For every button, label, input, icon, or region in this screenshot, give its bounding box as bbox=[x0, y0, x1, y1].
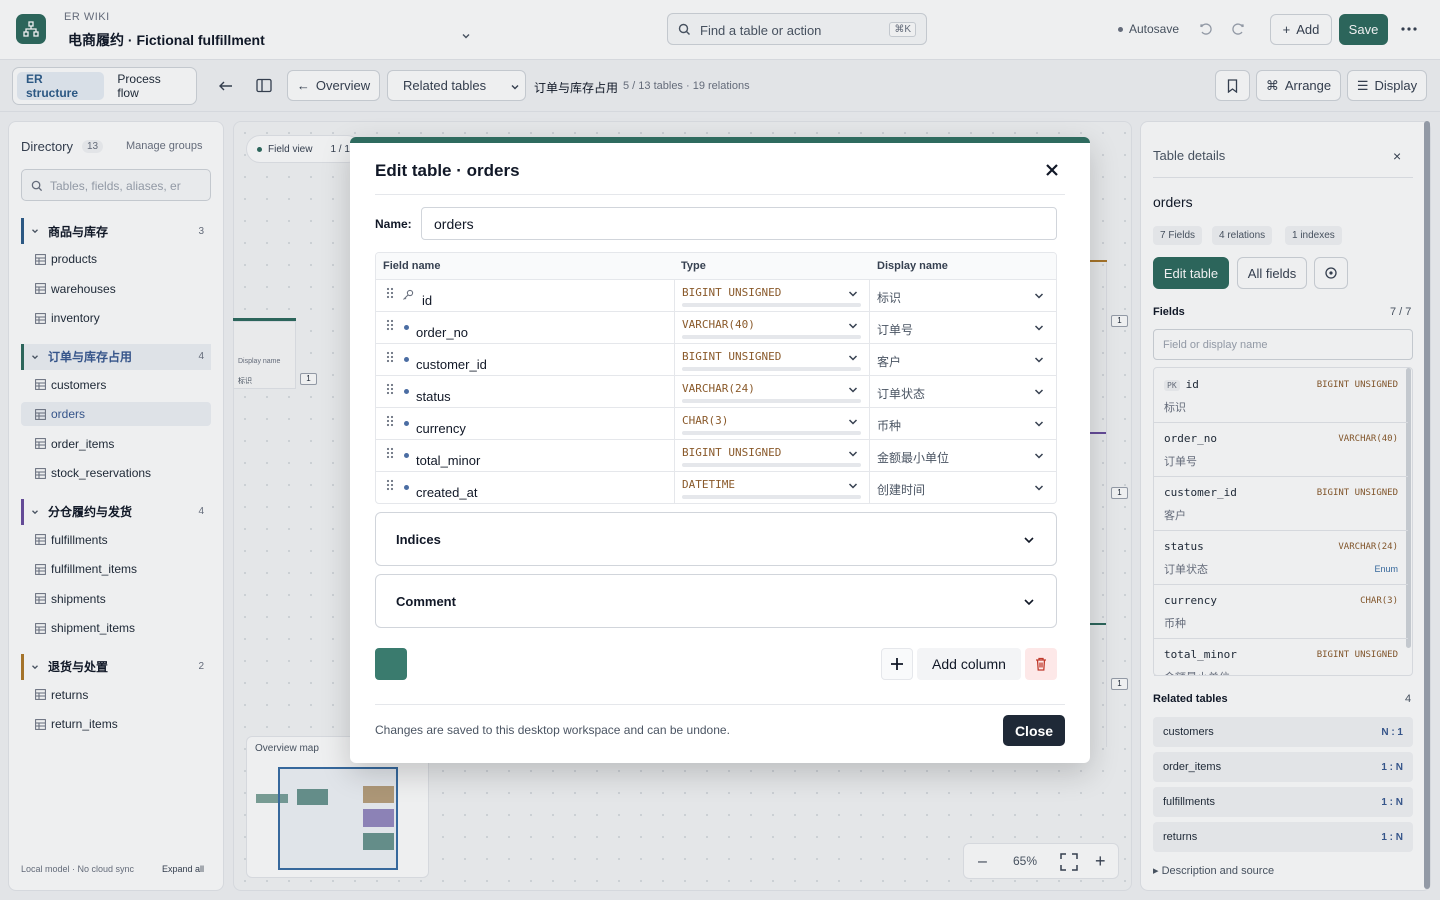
name-label: Name: bbox=[375, 217, 412, 231]
type-scroll-bar bbox=[682, 431, 861, 435]
close-button[interactable]: Close bbox=[1003, 715, 1065, 746]
indices-accordion[interactable]: Indices bbox=[375, 512, 1057, 566]
display-name-value[interactable]: 币种 bbox=[877, 417, 901, 434]
divider bbox=[375, 704, 1065, 705]
field-bullet bbox=[404, 485, 409, 490]
table-name-input[interactable] bbox=[421, 207, 1057, 240]
field-bullet bbox=[404, 453, 409, 458]
chevron-down-icon bbox=[847, 480, 859, 492]
column-header-field-name: Field name bbox=[383, 260, 441, 272]
key-icon bbox=[402, 289, 414, 301]
close-icon[interactable] bbox=[1043, 161, 1061, 179]
field-bullet bbox=[404, 421, 409, 426]
drag-handle-icon[interactable] bbox=[386, 351, 394, 365]
field-bullet bbox=[404, 325, 409, 330]
type-value: VARCHAR(24) bbox=[682, 382, 755, 395]
chevron-down-icon[interactable] bbox=[1033, 290, 1045, 302]
display-name-value[interactable]: 标识 bbox=[877, 289, 901, 306]
type-scroll-bar bbox=[682, 495, 861, 499]
add-column-button[interactable]: Add column bbox=[917, 648, 1021, 680]
field-name[interactable]: customer_id bbox=[416, 357, 487, 372]
type-scroll-bar bbox=[682, 399, 861, 403]
table-color-swatch[interactable] bbox=[375, 648, 407, 680]
field-bullet bbox=[404, 357, 409, 362]
comment-accordion[interactable]: Comment bbox=[375, 574, 1057, 628]
field-name[interactable]: id bbox=[422, 293, 432, 308]
display-name-value[interactable]: 订单号 bbox=[877, 321, 913, 338]
type-value: BIGINT UNSIGNED bbox=[682, 446, 782, 459]
drag-handle-icon[interactable] bbox=[386, 319, 394, 333]
type-scroll-bar bbox=[682, 303, 861, 307]
drag-handle-icon[interactable] bbox=[386, 479, 394, 493]
chevron-down-icon[interactable] bbox=[1033, 386, 1045, 398]
chevron-down-icon bbox=[847, 384, 859, 396]
chevron-down-icon[interactable] bbox=[1033, 482, 1045, 494]
column-row[interactable]: id BIGINT UNSIGNED 标识 bbox=[376, 280, 1056, 312]
drag-handle-icon[interactable] bbox=[386, 383, 394, 397]
chevron-down-icon bbox=[847, 352, 859, 364]
type-scroll-bar bbox=[682, 367, 861, 371]
field-name[interactable]: created_at bbox=[416, 485, 477, 500]
column-row[interactable]: created_at DATETIME 创建时间 bbox=[376, 472, 1056, 503]
chevron-down-icon[interactable] bbox=[1033, 322, 1045, 334]
plus-icon[interactable] bbox=[881, 648, 913, 680]
drag-handle-icon[interactable] bbox=[386, 415, 394, 429]
grid-header: Field name Type Display name bbox=[376, 253, 1056, 280]
field-name[interactable]: status bbox=[416, 389, 451, 404]
indices-label: Indices bbox=[396, 532, 441, 547]
chevron-down-icon bbox=[847, 416, 859, 428]
type-select[interactable]: BIGINT UNSIGNED bbox=[674, 440, 870, 472]
column-row[interactable]: status VARCHAR(24) 订单状态 bbox=[376, 376, 1056, 408]
field-name[interactable]: order_no bbox=[416, 325, 468, 340]
chevron-down-icon[interactable] bbox=[1033, 354, 1045, 366]
dialog-title: Edit table · orders bbox=[375, 161, 520, 180]
drag-handle-icon[interactable] bbox=[386, 447, 394, 461]
column-row[interactable]: order_no VARCHAR(40) 订单号 bbox=[376, 312, 1056, 344]
columns-grid: Field name Type Display name id BIGINT UN… bbox=[375, 252, 1057, 504]
comment-label: Comment bbox=[396, 594, 456, 609]
type-value: BIGINT UNSIGNED bbox=[682, 350, 782, 363]
field-bullet bbox=[404, 389, 409, 394]
type-select[interactable]: DATETIME bbox=[674, 472, 870, 503]
type-select[interactable]: VARCHAR(24) bbox=[674, 376, 870, 408]
display-name-value[interactable]: 创建时间 bbox=[877, 481, 925, 498]
type-select[interactable]: BIGINT UNSIGNED bbox=[674, 280, 870, 312]
chevron-down-icon bbox=[1024, 537, 1034, 544]
chevron-down-icon bbox=[847, 320, 859, 332]
type-value: BIGINT UNSIGNED bbox=[682, 286, 782, 299]
type-scroll-bar bbox=[682, 463, 861, 467]
type-select[interactable]: BIGINT UNSIGNED bbox=[674, 344, 870, 376]
type-value: VARCHAR(40) bbox=[682, 318, 755, 331]
divider bbox=[375, 194, 1065, 195]
display-name-value[interactable]: 金额最小单位 bbox=[877, 449, 949, 466]
type-scroll-bar bbox=[682, 335, 861, 339]
chevron-down-icon[interactable] bbox=[1033, 450, 1045, 462]
column-header-type: Type bbox=[681, 260, 706, 272]
display-name-value[interactable]: 客户 bbox=[877, 353, 901, 370]
chevron-down-icon bbox=[847, 448, 859, 460]
chevron-down-icon bbox=[847, 288, 859, 300]
field-name[interactable]: currency bbox=[416, 421, 466, 436]
chevron-down-icon bbox=[1024, 599, 1034, 606]
chevron-down-icon[interactable] bbox=[1033, 418, 1045, 430]
column-row[interactable]: currency CHAR(3) 币种 bbox=[376, 408, 1056, 440]
type-select[interactable]: VARCHAR(40) bbox=[674, 312, 870, 344]
column-row[interactable]: customer_id BIGINT UNSIGNED 客户 bbox=[376, 344, 1056, 376]
type-value: CHAR(3) bbox=[682, 414, 729, 427]
column-row[interactable]: total_minor BIGINT UNSIGNED 金额最小单位 bbox=[376, 440, 1056, 472]
display-name-value[interactable]: 订单状态 bbox=[877, 385, 925, 402]
type-select[interactable]: CHAR(3) bbox=[674, 408, 870, 440]
column-header-display-name: Display name bbox=[877, 260, 948, 272]
drag-handle-icon[interactable] bbox=[386, 287, 394, 301]
type-value: DATETIME bbox=[682, 478, 735, 491]
dialog-footnote: Changes are saved to this desktop worksp… bbox=[375, 723, 730, 737]
delete-table-icon[interactable] bbox=[1025, 648, 1057, 680]
field-name[interactable]: total_minor bbox=[416, 453, 480, 468]
